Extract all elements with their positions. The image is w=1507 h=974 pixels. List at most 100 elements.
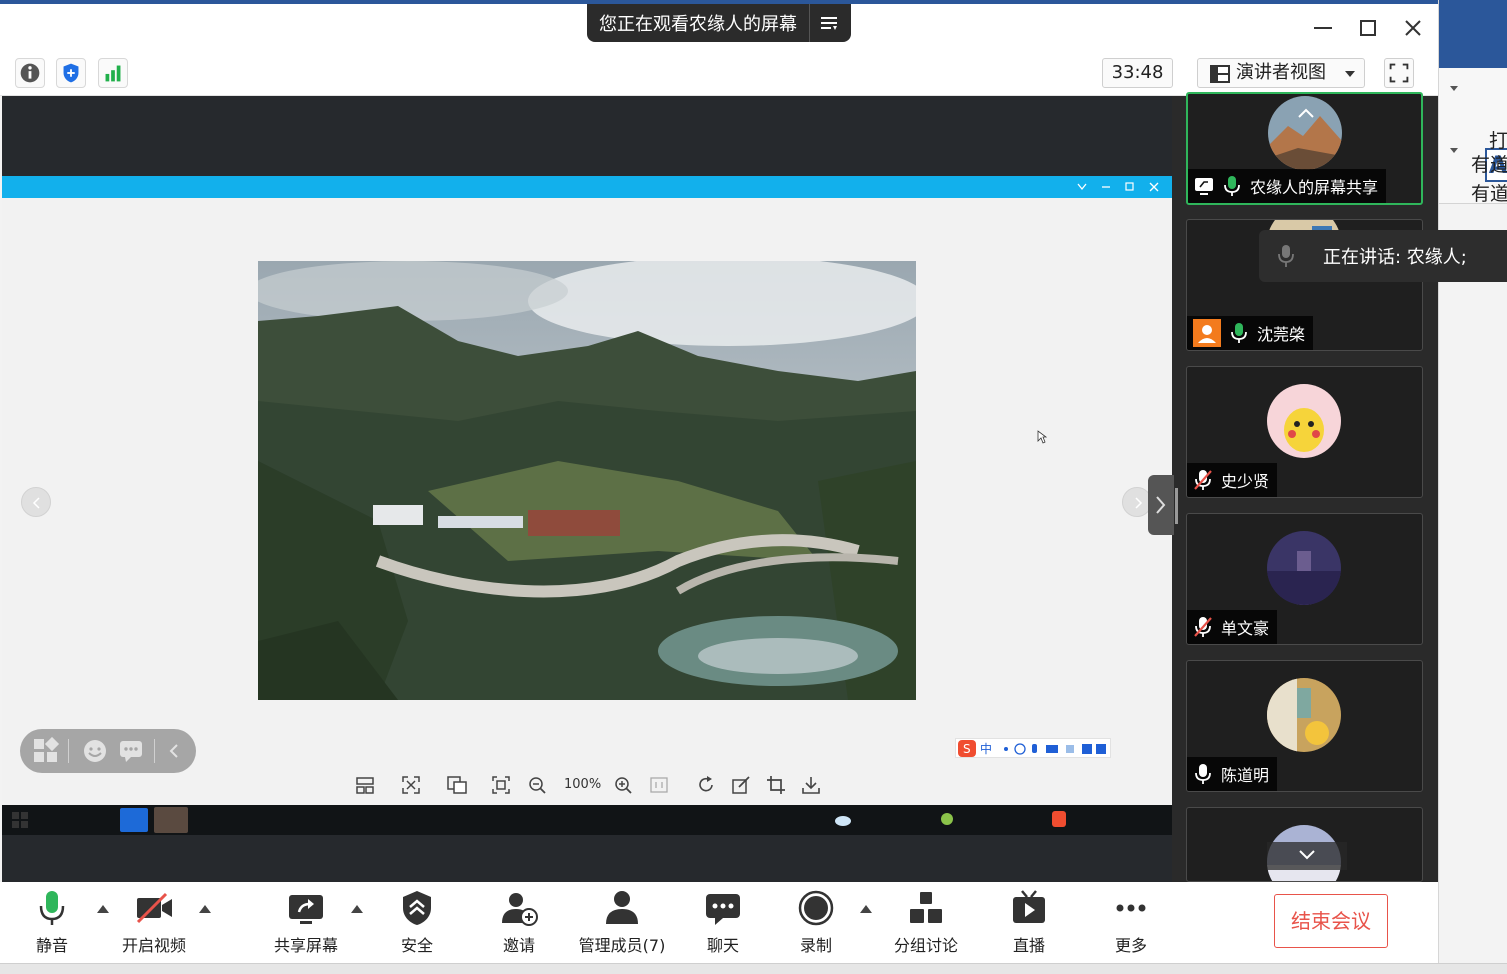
comment-icon[interactable]: [118, 738, 144, 764]
video-options-caret[interactable]: [199, 905, 211, 913]
default-user-icon: [1193, 319, 1221, 347]
participant-name-tag: 农缘人的屏幕共享: [1188, 169, 1387, 203]
start-video-button[interactable]: 开启视频: [114, 888, 194, 958]
zoom-out-icon[interactable]: [528, 776, 546, 794]
previous-image-button[interactable]: [21, 487, 51, 517]
record-button[interactable]: 录制: [786, 888, 846, 958]
maximize-icon[interactable]: [1350, 12, 1386, 44]
chat-icon: [706, 894, 740, 925]
close-icon[interactable]: [1395, 12, 1431, 44]
participant-name: 史少贤: [1221, 472, 1270, 491]
breakout-rooms-button[interactable]: 分组讨论: [886, 888, 966, 958]
ribbon-text-2: 有道: [1471, 154, 1507, 176]
mic-on-icon: [39, 891, 65, 925]
emoji-icon[interactable]: [82, 738, 108, 764]
viewer-window-controls-icon[interactable]: [1076, 180, 1166, 194]
record-icon: [798, 890, 834, 926]
more-button[interactable]: 更多: [1101, 888, 1161, 958]
mute-button[interactable]: 静音: [22, 888, 82, 958]
add-user-icon: [502, 893, 538, 926]
collapse-gallery-button[interactable]: [1148, 475, 1174, 535]
viewing-share-banner[interactable]: 您正在观看农缘人的屏幕: [587, 4, 851, 42]
mic-on-icon: [1195, 764, 1211, 784]
mouse-cursor-icon: [1037, 430, 1047, 444]
participant-tile-partial[interactable]: [1186, 807, 1423, 882]
thumbnails-icon[interactable]: [356, 776, 374, 794]
apps-grid-icon[interactable]: [32, 737, 60, 765]
zoom-meeting-window: { "background_window": { "ribbon_texts":…: [0, 0, 1507, 974]
fullscreen-icon[interactable]: [1384, 58, 1414, 88]
gallery-resize-handle[interactable]: [1175, 488, 1178, 524]
more-label: 更多: [1114, 936, 1147, 955]
live-stream-icon: [1013, 890, 1045, 923]
pikachu-avatar-icon: [1267, 384, 1341, 458]
download-icon[interactable]: [801, 775, 821, 795]
room-avatar-icon: [1267, 678, 1341, 752]
ime-toolbar[interactable]: S 中: [955, 738, 1111, 758]
invite-button[interactable]: 邀请: [489, 888, 549, 958]
view-options-icon[interactable]: [819, 13, 839, 33]
background-word-window: A 打 有道 有道: [1438, 0, 1507, 974]
ocr-icon[interactable]: [447, 776, 467, 794]
speaking-label: 正在讲话: 农缘人;: [1323, 247, 1467, 268]
rotate-icon[interactable]: [696, 775, 716, 795]
live-stream-button[interactable]: 直播: [999, 888, 1059, 958]
security-button[interactable]: 安全: [387, 888, 447, 958]
audio-options-caret[interactable]: [97, 905, 109, 913]
ribbon-scroll-arrows-icon[interactable]: [1449, 86, 1459, 156]
taskbar-app-icon: [120, 808, 148, 832]
participant-tile[interactable]: 单文豪: [1186, 513, 1423, 645]
banner-divider: [809, 4, 810, 42]
collapse-left-icon[interactable]: [164, 741, 184, 761]
participant-tile-sharer[interactable]: 农缘人的屏幕共享: [1186, 92, 1423, 205]
share-screen-button[interactable]: 共享屏幕: [266, 888, 346, 958]
record-label: 录制: [799, 936, 832, 955]
image-viewer-titlebar: [2, 176, 1172, 198]
ime-mode-label: 中: [980, 742, 993, 756]
security-shield-icon: [403, 891, 431, 925]
record-options-caret[interactable]: [860, 905, 872, 913]
zoom-in-icon[interactable]: [614, 776, 632, 794]
active-speaker-toast: 正在讲话: 农缘人;: [1259, 230, 1507, 282]
view-mode-dropdown[interactable]: 演讲者视图: [1197, 58, 1365, 88]
ribbon-text-1: 打: [1489, 130, 1507, 152]
share-options-caret[interactable]: [351, 905, 363, 913]
pill-divider-2: [154, 739, 155, 763]
participant-name-tag: 沈莞棨: [1187, 316, 1314, 350]
street-avatar-icon: [1267, 531, 1341, 605]
breakout-label: 分组讨论: [893, 936, 958, 955]
participant-name: 陈道明: [1221, 766, 1270, 785]
word-title-bar: [1439, 0, 1507, 68]
encryption-shield-icon[interactable]: [56, 58, 86, 88]
share-screen-icon: [289, 895, 323, 924]
participant-tile[interactable]: 史少贤: [1186, 366, 1423, 498]
meeting-info-icon[interactable]: [15, 58, 45, 88]
network-signal-icon[interactable]: [98, 58, 128, 88]
edit-icon[interactable]: [732, 776, 750, 794]
taskbar-app-icon-2: [154, 807, 188, 833]
participants-icon: [606, 891, 638, 924]
actual-size-icon[interactable]: [492, 776, 510, 794]
participant-tile[interactable]: 陈道明: [1186, 660, 1423, 792]
participant-name-tag: 陈道明: [1187, 757, 1278, 791]
chat-label: 聊天: [706, 936, 739, 955]
chat-button[interactable]: 聊天: [693, 888, 753, 958]
fit-window-icon[interactable]: [402, 776, 420, 794]
view-mode-label: 演讲者视图: [1236, 62, 1326, 83]
mic-muted-icon: [1194, 470, 1212, 490]
end-meeting-button[interactable]: 结束会议: [1274, 894, 1388, 948]
one-to-one-icon[interactable]: [650, 776, 668, 794]
chevron-up-icon[interactable]: [1296, 106, 1316, 120]
manage-participants-button[interactable]: 管理成员(7): [572, 888, 672, 958]
windows-start-icon: [12, 812, 28, 828]
mic-on-icon: [1231, 323, 1247, 343]
weather-cloud-icon: [835, 816, 851, 826]
mic-on-icon: [1224, 176, 1240, 196]
crop-icon[interactable]: [766, 775, 786, 795]
video-off-icon: [136, 892, 172, 924]
chevron-down-icon[interactable]: [1267, 842, 1347, 870]
minimize-icon[interactable]: [1305, 12, 1341, 44]
video-label: 开启视频: [121, 936, 186, 955]
chevron-right-icon: [1156, 496, 1166, 514]
pill-divider: [68, 739, 69, 763]
